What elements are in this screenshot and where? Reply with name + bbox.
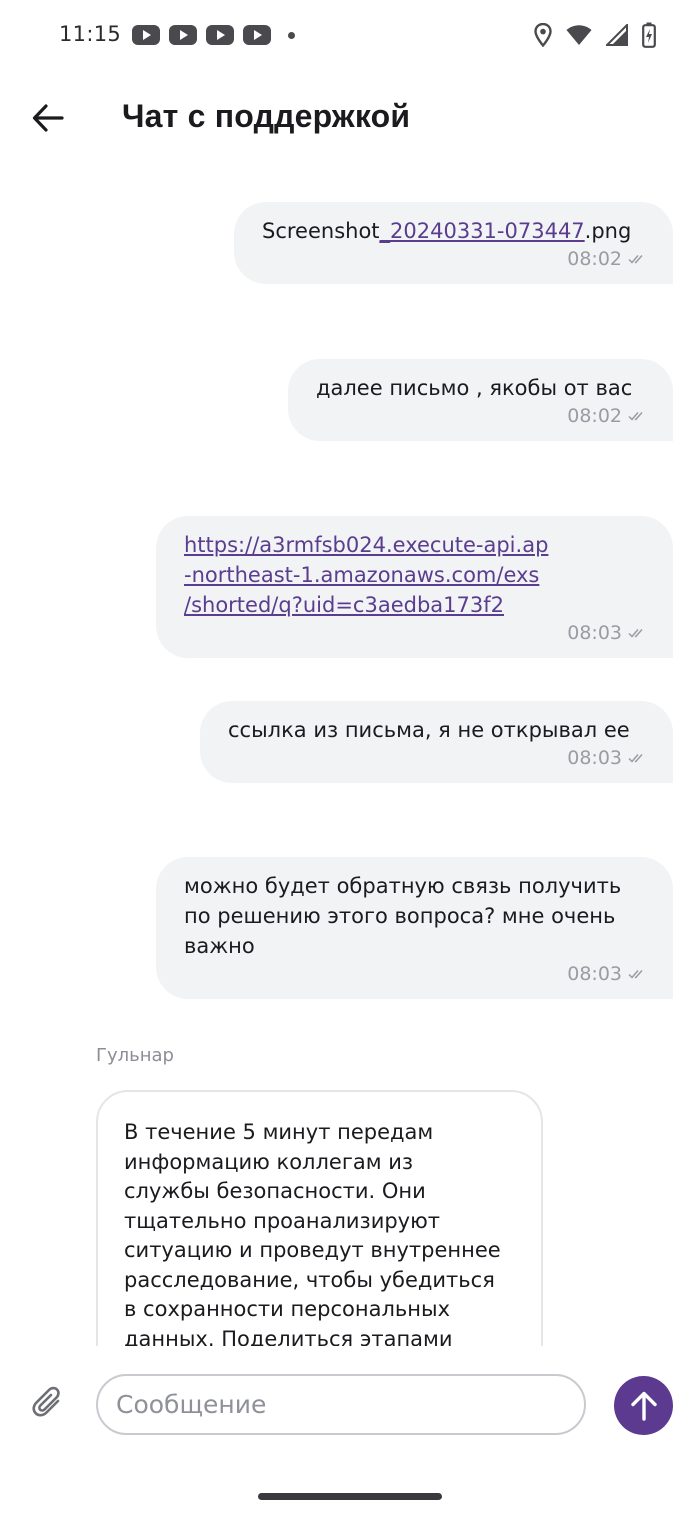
message-outgoing[interactable]: можно будет обратную связь получить по р… [156,857,673,999]
paperclip-icon [32,1386,60,1417]
message-line: данных. Поделиться этапами [124,1326,453,1347]
message-meta: 08:03 [184,620,645,646]
message-meta: 08:03 [184,961,645,987]
page-title: Чат с поддержкой [122,98,411,134]
message-time: 08:03 [567,963,622,985]
dot-icon [288,31,295,39]
youtube-icon [206,25,234,45]
message-time: 08:03 [567,622,622,644]
location-icon [534,23,552,47]
sender-name: Гульнар [96,1045,174,1066]
file-link[interactable]: _20240331-073447 [380,219,585,243]
chat-messages[interactable]: Screenshot_20240331-073447.png 08:02 дал… [0,170,700,1346]
message-outgoing[interactable]: далее письмо , якобы от вас 08:02 [288,359,673,441]
signal-icon [606,24,628,46]
double-check-icon [628,412,643,421]
file-name-prefix: Screenshot [262,219,380,243]
send-button[interactable] [614,1376,673,1435]
message-time: 08:02 [567,405,622,427]
message-line: ситуацию и проведут внутреннее [124,1238,501,1262]
message-incoming[interactable]: В течение 5 минут передам информацию кол… [96,1090,543,1346]
double-check-icon [628,629,643,638]
arrow-left-icon [32,104,64,132]
message-meta: 08:02 [262,246,645,272]
back-button[interactable] [28,98,68,138]
message-outgoing[interactable]: ссылка из письма, я не открывал ее 08:03 [200,701,673,783]
youtube-icon [243,25,271,45]
notification-icons [132,25,295,45]
message-line: расследование, чтобы убедиться [124,1267,495,1292]
message-line: службы безопасности. Они [124,1179,426,1203]
youtube-icon [132,25,160,45]
message-meta: 08:03 [228,745,645,771]
youtube-icon [169,25,197,45]
home-indicator[interactable] [258,1493,442,1500]
file-name-suffix: .png [584,219,632,243]
message-text: можно будет обратную связь получить по р… [184,871,645,961]
message-line: информацию коллегам из [124,1149,414,1174]
url-line[interactable]: /shorted/q?uid=c3aedba173f2 [184,590,645,620]
message-line: в сохранности персональных [124,1297,450,1321]
wifi-icon [566,25,592,45]
message-line: важно [184,934,255,958]
message-time: 08:03 [567,747,622,769]
message-text: Screenshot_20240331-073447.png [262,216,645,246]
double-check-icon [628,754,643,763]
status-bar: 11:15 [0,0,700,70]
system-icons [534,22,656,48]
message-text: ссылка из письма, я не открывал ее [228,718,630,742]
message-time: 08:02 [567,248,622,270]
message-meta: 08:02 [316,403,645,429]
message-line: тщательно проанализируют [124,1208,441,1233]
battery-charging-icon [642,22,656,48]
message-line: по решению этого вопроса? мне очень [184,904,616,928]
double-check-icon [628,970,643,979]
url-line[interactable]: https://a3rmfsb024.execute-api.ap [184,530,645,560]
message-link[interactable]: https://a3rmfsb024.execute-api.ap -north… [184,530,645,620]
message-text: далее письмо , якобы от вас [316,376,633,400]
status-time: 11:15 [59,22,122,46]
message-composer [0,1346,700,1456]
double-check-icon [628,255,643,264]
app-header: Чат с поддержкой [0,70,700,170]
attach-button[interactable] [28,1384,68,1424]
message-line: В течение 5 минут передам [124,1120,434,1144]
message-input[interactable] [96,1374,586,1435]
message-line: можно будет обратную связь получить [184,874,622,898]
message-outgoing[interactable]: https://a3rmfsb024.execute-api.ap -north… [156,516,673,658]
url-line[interactable]: -northeast-1.amazonaws.com/exs [184,560,645,590]
message-outgoing[interactable]: Screenshot_20240331-073447.png 08:02 [234,202,673,284]
arrow-up-icon [630,1391,657,1421]
